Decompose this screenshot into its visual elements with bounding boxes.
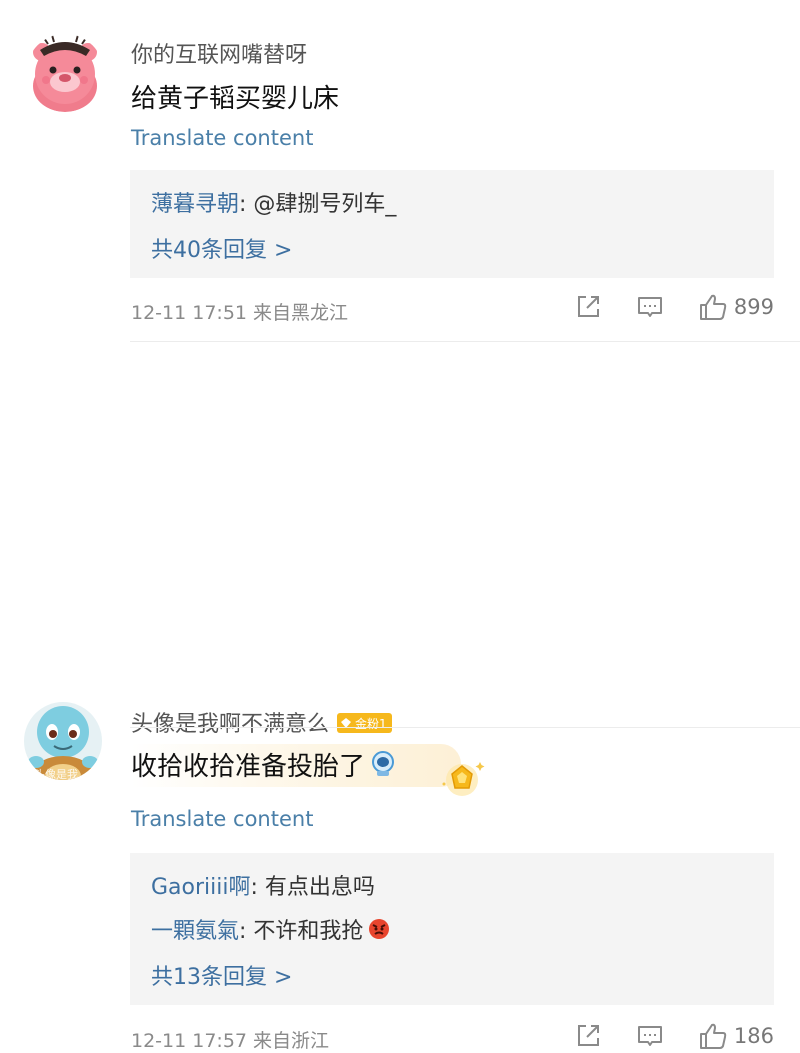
reply-text: : 有点出息吗 <box>250 875 375 900</box>
comment-text: 给黄子韬买婴儿床 <box>131 84 340 114</box>
comment-username-row: 头像是我啊不满意么 金粉1 <box>131 706 392 738</box>
reply-preview-box[interactable]: 薄暮寻朝: @肆捌号列车_ 共40条回复 > <box>130 170 774 278</box>
fan-level-badge[interactable]: 金粉1 <box>337 713 392 733</box>
comment-button[interactable] <box>636 293 664 321</box>
angry-face-emoji-icon <box>367 917 391 947</box>
comment-actions: 186 <box>540 1021 774 1051</box>
astronaut-emoji-icon <box>369 750 397 785</box>
reply-item: 薄暮寻朝: @肆捌号列车_ <box>151 186 396 218</box>
comment-actions: 899 <box>540 292 774 322</box>
comment-username[interactable]: 你的互联网嘴替呀 <box>131 37 307 69</box>
comment-icon <box>637 1026 662 1046</box>
more-replies-link[interactable]: 共40条回复 > <box>151 232 292 264</box>
reply-text: : @肆捌号列车_ <box>239 192 397 217</box>
highlight-background: 收拾收拾准备投胎了 <box>131 744 462 787</box>
reply-text: : 不许和我抢 <box>239 919 364 944</box>
thumbs-up-icon <box>699 1023 727 1049</box>
like-button[interactable]: 186 <box>698 1021 774 1051</box>
share-button[interactable] <box>574 1022 602 1050</box>
reply-item: Gaoriiii啊: 有点出息吗 <box>151 869 375 901</box>
comment-text: 收拾收拾准备投胎了 <box>131 752 366 782</box>
reply-item: 一顆氨氣: 不许和我抢 <box>151 913 391 947</box>
translate-content-link[interactable]: Translate content <box>131 126 313 150</box>
comment-username[interactable]: 头像是我啊不满意么 <box>131 712 329 737</box>
pink-bear-avatar-icon <box>26 34 104 112</box>
gold-star-badge-icon <box>442 762 485 796</box>
avatar[interactable] <box>26 34 104 112</box>
avatar-watermark-text: 头像是我 <box>34 768 78 780</box>
comment-item: 你的互联网嘴替呀 给黄子韬买婴儿床 Translate content 薄暮寻朝… <box>0 0 800 342</box>
share-icon <box>577 296 599 317</box>
comment-text-row: 收拾收拾准备投胎了 <box>131 744 462 787</box>
reply-username[interactable]: Gaoriiii啊 <box>151 875 250 900</box>
more-replies-link[interactable]: 共13条回复 > <box>151 959 292 991</box>
comment-item: 头像是我 头像是我啊不满意么 金粉1 收拾收拾准备投胎了 Translate co… <box>0 342 800 1052</box>
comment-button[interactable] <box>636 1022 664 1050</box>
thumbs-up-icon <box>699 294 727 320</box>
reply-username[interactable]: 一顆氨氣 <box>151 919 239 944</box>
comment-divider <box>130 727 800 728</box>
share-icon <box>577 1025 599 1046</box>
avatar[interactable]: 头像是我 <box>24 702 102 780</box>
like-count: 899 <box>733 295 774 319</box>
share-button[interactable] <box>574 293 602 321</box>
squirtle-avatar-icon: 头像是我 <box>24 702 102 780</box>
badge-label: 金粉1 <box>355 716 387 731</box>
comment-meta: 12-11 17:51 来自黑龙江 <box>131 302 349 324</box>
comment-icon <box>637 297 662 317</box>
reply-preview-box[interactable]: Gaoriiii啊: 有点出息吗 一顆氨氣: 不许和我抢 共13条回复 > <box>130 853 774 1005</box>
translate-content-link[interactable]: Translate content <box>131 807 313 831</box>
like-count: 186 <box>733 1024 774 1048</box>
like-button[interactable]: 899 <box>698 292 774 322</box>
comment-meta: 12-11 17:57 来自浙江 <box>131 1030 330 1052</box>
reply-username[interactable]: 薄暮寻朝 <box>151 192 239 217</box>
